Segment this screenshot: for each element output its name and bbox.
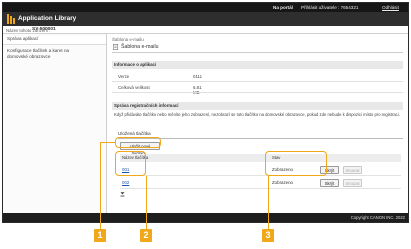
app-title: Application Library <box>18 15 77 22</box>
copyright: Copyright CANON INC. 2022 <box>350 215 405 220</box>
table-row: 001 Zobrazeno Skrýt Smazat <box>120 164 401 176</box>
app-header: Application Library <box>3 12 408 26</box>
logout-link[interactable]: Odhlásit <box>382 5 399 10</box>
callout-leader-line <box>146 176 147 230</box>
sidebar-item-label-line2: domovské obrazovce <box>7 54 51 60</box>
table-row: 002 Zobrazeno Skrýt Smazat <box>120 177 401 189</box>
version-label: Verze <box>118 74 130 79</box>
top-bar: Na portál Přihlásit uživatele : 7654321 … <box>3 3 408 12</box>
version-value: 0111 <box>193 74 203 79</box>
device-bar: Název tohoto zařízení : SY 500001 <box>3 26 408 34</box>
page-title: Šablona e-mailu <box>121 44 159 50</box>
sidebar-item-home-buttons-config[interactable]: Konfigurace tlačítek a karet na domovské… <box>3 48 106 61</box>
sidebar-item-app-management[interactable]: Správa aplikací <box>3 36 106 45</box>
main-content: Šablona e-mailu Šablona e-mailu Informac… <box>108 34 408 213</box>
breadcrumb: Šablona e-mailu <box>112 37 144 42</box>
callout-number-badge: 1 <box>94 229 106 242</box>
total-size-label: Celková velikost <box>118 85 150 90</box>
callout-highlight-state-column <box>265 151 327 176</box>
callout-number-badge: 3 <box>262 229 274 242</box>
divider <box>112 92 403 93</box>
callout-leader-line <box>100 142 101 230</box>
app-window: Na portál Přihlásit uživatele : 7654321 … <box>2 2 409 223</box>
callout-number-badge: 2 <box>140 229 152 242</box>
app-document-icon <box>113 44 118 50</box>
sidebar: Správa aplikací Konfigurace tlačítek a k… <box>3 34 107 213</box>
total-size-value: 6.81 MB <box>193 85 202 95</box>
callout-leader-line <box>100 142 116 143</box>
delete-button[interactable]: Smazat <box>343 179 362 187</box>
callout-leader-line <box>268 176 269 230</box>
callout-highlight-button-names <box>115 151 146 176</box>
divider <box>112 81 403 82</box>
button-name-link[interactable]: 002 <box>122 180 129 185</box>
callout-highlight-save-button <box>115 137 161 148</box>
application-library-logo-icon <box>7 14 15 24</box>
delete-button[interactable]: Smazat <box>343 166 362 174</box>
hide-button[interactable]: Skrýt <box>320 179 339 187</box>
registration-section-title: Správa registračních informací <box>112 102 403 110</box>
app-info-section-title: Informace o aplikaci <box>112 61 403 69</box>
device-name-value: SY 500001 <box>32 27 56 32</box>
portal-link[interactable]: Na portál <box>273 5 293 10</box>
saved-buttons-subtitle: Uložená tlačítka <box>118 131 403 139</box>
footer: Copyright CANON INC. 2022 <box>3 213 408 222</box>
logged-in-user: Přihlásit uživatele : 7654321 <box>301 5 359 10</box>
button-state: Zobrazeno <box>272 180 293 185</box>
page-heading: Šablona e-mailu <box>112 43 403 53</box>
registration-description: Když přidáváte tlačítko nebo měníte jeho… <box>114 112 400 117</box>
sort-order-icon[interactable] <box>120 192 125 197</box>
